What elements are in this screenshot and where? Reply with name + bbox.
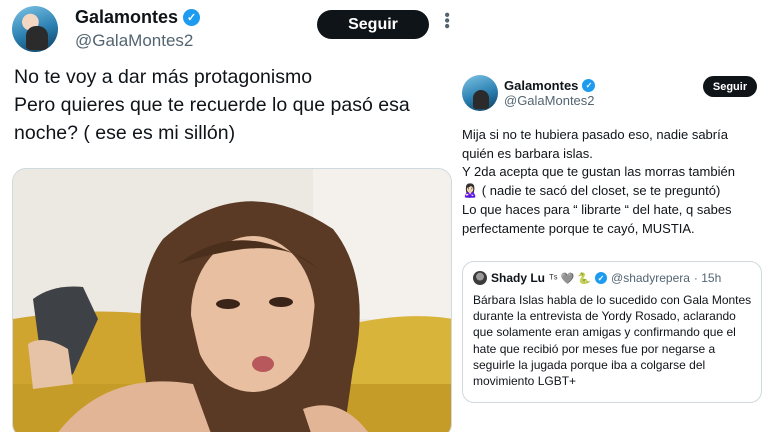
display-name[interactable]: Galamontes ✓ [75, 7, 201, 28]
quoted-avatar[interactable] [473, 271, 487, 285]
avatar[interactable] [462, 75, 498, 111]
quoted-text-line: Bárbara Islas habla de lo sucedido con G… [473, 293, 752, 307]
tweet-text-line: Mija si no te hubiera pasado eso, nadie … [462, 127, 728, 142]
tweet-text-line: noche? ( ese es mi sillón) [14, 122, 236, 144]
quoted-tweet-text: Bárbara Islas habla de lo sucedido con G… [473, 292, 758, 389]
tweet-text-line: No te voy a dar más protagonismo [14, 66, 313, 88]
verified-badge-icon: ✓ [183, 9, 201, 26]
verified-badge-icon: ✓ [595, 272, 608, 284]
tweet-photo[interactable] [12, 168, 452, 432]
tweet-text: No te voy a dar más protagonismo Pero qu… [14, 63, 454, 147]
display-name-text[interactable]: Galamontes [504, 78, 578, 93]
quoted-text-line: que solamente eran amigas y confirmando … [473, 325, 736, 340]
quoted-tweet-header: Shady Lu ᵀˢ 🩶 🐍 ✓ @shadyrepera · 15h [473, 271, 721, 285]
follow-button[interactable]: Seguir [703, 76, 757, 97]
right-tweet: Galamontes ✓ @GalaMontes2 Seguir Mija si… [454, 68, 768, 432]
handle[interactable]: @GalaMontes2 [75, 31, 193, 51]
photo-illustration [13, 169, 451, 432]
tweet-text-line: Y 2da acepta que te gustan las morras ta… [462, 164, 735, 180]
quoted-tweet[interactable]: Shady Lu ᵀˢ 🩶 🐍 ✓ @shadyrepera · 15h Bár… [462, 261, 762, 403]
tweet-text-line: Lo que haces para “ librarte “ del hate,… [462, 201, 732, 217]
quoted-text-line: seguirle la jugada porque iba a colgarse… [473, 357, 706, 372]
display-name[interactable]: Galamontes ✓ [504, 78, 596, 93]
handle[interactable]: @GalaMontes2 [504, 93, 595, 108]
left-tweet: Galamontes ✓ @GalaMontes2 Seguir ••• No … [0, 0, 462, 432]
tweet-text-line: quién es barbara islas. [462, 145, 593, 161]
avatar[interactable] [12, 6, 58, 52]
quoted-text-line: durante la entrevista de Yordy Rosado, a… [473, 309, 736, 324]
follow-button[interactable]: Seguir [317, 10, 429, 39]
tweet-text-line: 🙎🏻‍♀️ ( nadie te sacó del closet, se te … [462, 183, 721, 199]
tweet-text: Mija si no te hubiera pasado eso, nadie … [462, 126, 762, 238]
quoted-text-line: hate que recibió por meses fue por negar… [473, 341, 716, 356]
quoted-name-emojis: ᵀˢ 🩶 🐍 [549, 272, 592, 285]
verified-badge-icon: ✓ [582, 79, 596, 92]
display-name-text[interactable]: Galamontes [75, 7, 178, 28]
quoted-display-name[interactable]: Shady Lu [491, 271, 545, 285]
more-vertical-icon[interactable]: ••• [438, 12, 455, 29]
tweet-text-line: perfectamente porque te cayó, MUSTIA. [462, 220, 695, 236]
quoted-handle[interactable]: @shadyrepera [611, 271, 690, 285]
quoted-timestamp[interactable]: · 15h [694, 271, 721, 285]
tweet-text-line: Pero quieres que te recuerde lo que pasó… [14, 94, 410, 116]
quoted-text-line: movimiento LGBT+ [473, 374, 577, 389]
